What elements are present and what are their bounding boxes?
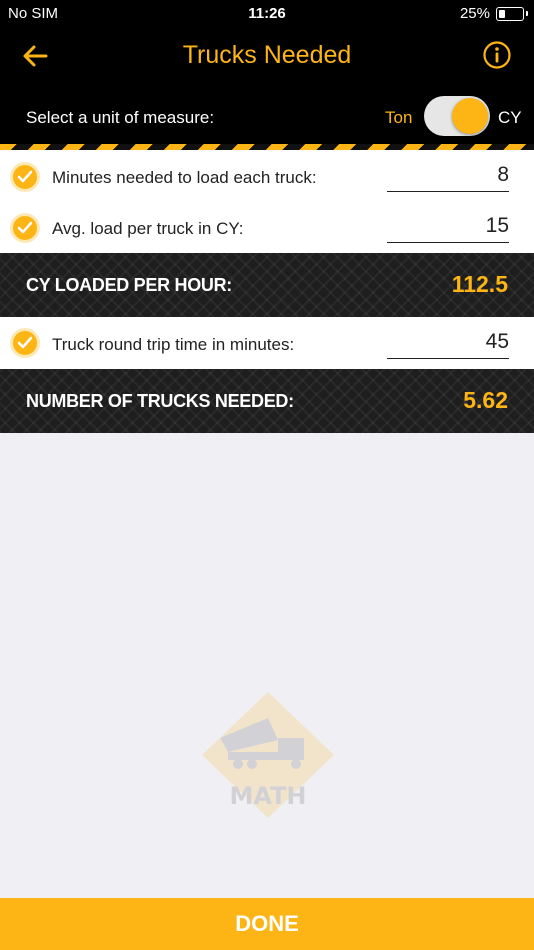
battery-icon [496,7,528,21]
toggle-knob [452,98,488,134]
watermark-text: MATH [229,782,306,810]
unit-option-cy[interactable]: CY [498,108,522,128]
result-trucks-needed: NUMBER OF TRUCKS NEEDED: 5.62 [0,369,534,433]
round-trip-label: Truck round trip time in minutes: [52,335,295,354]
check-icon [10,213,40,243]
battery-percent: 25% [459,5,490,22]
result-value: 112.5 [451,271,508,297]
inputs-group-1: Minutes needed to load each truck: Avg. … [0,150,534,253]
load-minutes-label: Minutes needed to load each truck: [52,168,317,187]
result-label: NUMBER OF TRUCKS NEEDED: [26,391,294,411]
avg-load-label: Avg. load per truck in CY: [52,219,244,238]
unit-toggle[interactable] [424,96,490,136]
load-minutes-input[interactable] [387,162,509,192]
unit-option-ton[interactable]: Ton [385,108,412,128]
unit-selector-row: Select a unit of measure: Ton CY [0,84,534,144]
info-button[interactable] [482,40,512,70]
round-trip-input[interactable] [387,329,509,359]
result-value: 5.62 [463,387,508,413]
status-time: 11:26 [248,5,286,22]
unit-label: Select a unit of measure: [26,108,215,127]
watermark-logo: MATH [198,690,338,820]
check-icon [10,328,40,358]
avg-load-input[interactable] [387,213,509,243]
info-icon [483,41,511,69]
page-title: Trucks Needed [182,41,352,69]
inputs-group-2: Truck round trip time in minutes: [0,317,534,369]
nav-bar: Trucks Needed [0,28,534,84]
result-cy-per-hour: CY LOADED PER HOUR: 112.5 [0,253,534,317]
done-button[interactable]: DONE [0,898,534,950]
check-icon [10,162,40,192]
result-label: CY LOADED PER HOUR: [26,275,232,295]
status-bar: No SIM 11:26 25% [0,0,534,28]
